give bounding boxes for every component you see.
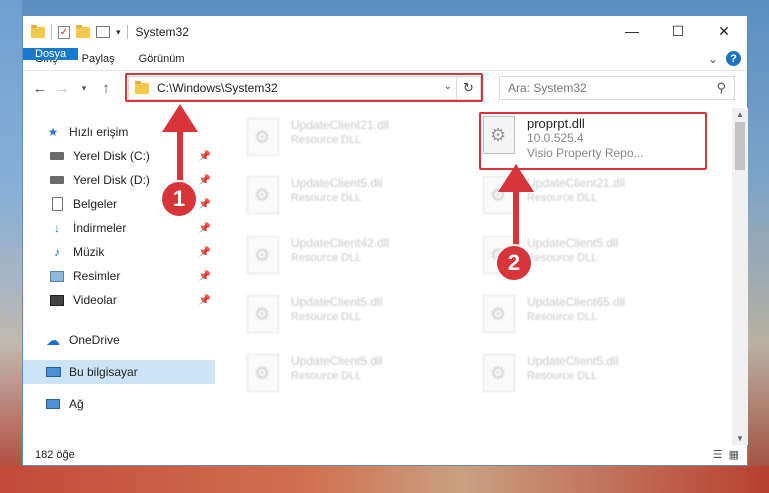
arrow-1-head (162, 104, 198, 132)
annotation-arrows (162, 104, 534, 248)
step-2-badge: 2 (495, 244, 533, 282)
step-1-badge: 1 (160, 180, 198, 218)
arrow-2-head (498, 164, 534, 192)
